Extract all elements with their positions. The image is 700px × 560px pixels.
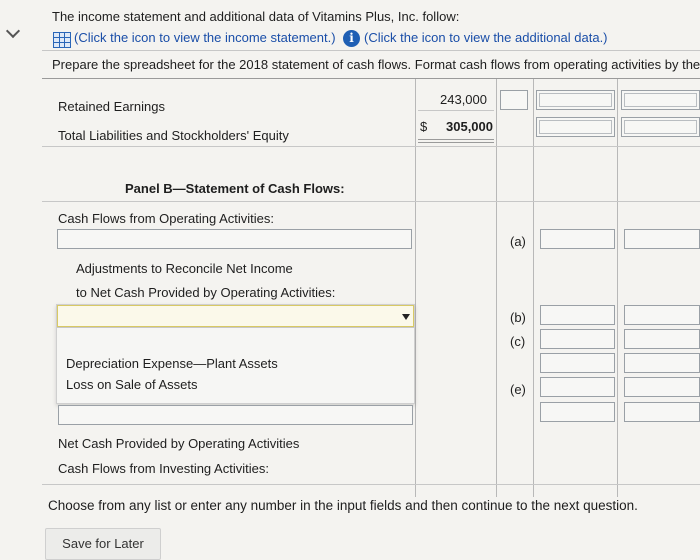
investing-label: Cash Flows from Investing Activities: — [58, 461, 269, 476]
marker-a: (a) — [510, 234, 526, 249]
marker-e: (e) — [510, 382, 526, 397]
total-debit-input[interactable] — [536, 117, 615, 137]
dropdown-option-loss-on-sale[interactable]: Loss on Sale of Assets — [66, 377, 198, 392]
net-income-credit-input[interactable] — [624, 229, 700, 249]
dropdown-option-depreciation[interactable]: Depreciation Expense—Plant Assets — [66, 356, 278, 371]
retained-earnings-value: 243,000 — [440, 92, 487, 107]
double-underline — [418, 142, 494, 143]
divider — [42, 50, 700, 51]
divider — [42, 78, 700, 79]
adjustment-debit-input-e[interactable] — [540, 377, 615, 397]
divider — [42, 146, 700, 147]
adjustment-credit-input-e[interactable] — [624, 377, 700, 397]
credit-input[interactable] — [536, 90, 615, 110]
additional-data-link[interactable]: (Click the icon to view the additional d… — [364, 30, 608, 45]
cfo-label: Cash Flows from Operating Activities: — [58, 211, 275, 226]
double-underline — [418, 139, 494, 140]
footer-instruction: Choose from any list or enter any number… — [48, 498, 638, 513]
account-input[interactable] — [58, 405, 413, 425]
column-divider — [617, 79, 618, 497]
adjustments-label-line1: Adjustments to Reconcile Net Income — [76, 261, 293, 276]
adjustment-credit-input-b[interactable] — [624, 305, 700, 325]
column-divider — [533, 79, 534, 497]
divider — [57, 327, 414, 328]
adjustments-label-line2: to Net Cash Provided by Operating Activi… — [76, 285, 336, 300]
adjustment-debit-input-b[interactable] — [540, 305, 615, 325]
adjustment-credit-input-c[interactable] — [624, 329, 700, 349]
column-divider — [496, 79, 497, 497]
panel-b-title: Panel B—Statement of Cash Flows: — [125, 181, 345, 196]
debit-input[interactable] — [500, 90, 528, 110]
spreadsheet-icon[interactable] — [53, 32, 71, 48]
instruction-text: Prepare the spreadsheet for the 2018 sta… — [52, 57, 700, 72]
net-income-debit-input[interactable] — [540, 229, 615, 249]
back-chevron-icon[interactable] — [5, 23, 21, 39]
adjustment-debit-input-c[interactable] — [540, 329, 615, 349]
account-dropdown[interactable] — [57, 305, 414, 327]
intro-text: The income statement and additional data… — [52, 9, 460, 24]
marker-c: (c) — [510, 334, 526, 349]
total-liabilities-value: 305,000 — [446, 119, 493, 134]
total-liabilities-label: Total Liabilities and Stockholders' Equi… — [58, 128, 289, 143]
divider — [418, 110, 494, 111]
divider — [42, 201, 700, 202]
info-icon[interactable]: i — [343, 30, 360, 47]
adjustment-credit-input-d[interactable] — [624, 353, 700, 373]
marker-b: (b) — [510, 310, 526, 325]
chevron-down-icon[interactable] — [402, 314, 410, 320]
adjustment-credit-input-f[interactable] — [624, 402, 700, 422]
currency-symbol: $ — [420, 119, 428, 134]
column-divider — [415, 79, 416, 497]
adjustment-debit-input-f[interactable] — [540, 402, 615, 422]
net-cash-label: Net Cash Provided by Operating Activitie… — [58, 436, 300, 451]
total-credit-input[interactable] — [621, 117, 700, 137]
retained-earnings-label: Retained Earnings — [58, 99, 165, 114]
account-dropdown-list[interactable]: Depreciation Expense—Plant Assets Loss o… — [56, 304, 415, 404]
income-statement-link[interactable]: (Click the icon to view the income state… — [74, 30, 336, 45]
divider — [42, 484, 700, 485]
net-income-account-input[interactable] — [57, 229, 412, 249]
save-for-later-button[interactable]: Save for Later — [45, 528, 161, 560]
adjustment-debit-input-d[interactable] — [540, 353, 615, 373]
ending-balance-input[interactable] — [621, 90, 700, 110]
